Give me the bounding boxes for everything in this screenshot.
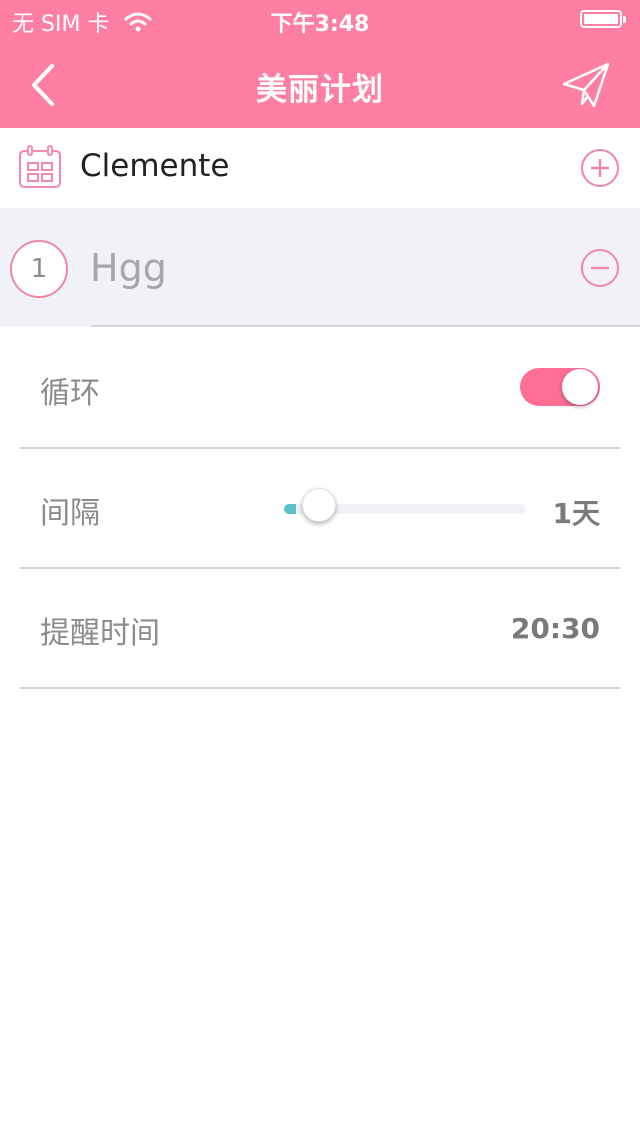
toggle-knob [562, 369, 598, 405]
reminder-time-value[interactable]: 20:30 [511, 612, 600, 645]
battery-tip [623, 16, 626, 23]
add-item-button[interactable] [580, 148, 620, 188]
plus-circle-icon [581, 149, 619, 187]
app-header: 无 SIM 卡 下午3:48 美丽计划 [0, 0, 640, 128]
item-index-badge: 1 [10, 240, 68, 298]
battery-level [584, 14, 618, 24]
setting-interval-row: 间隔 1天 [20, 448, 620, 569]
slider-fill [284, 504, 297, 514]
plan-header-row: Clemente [0, 128, 640, 208]
setting-loop-label: 循环 [40, 376, 100, 411]
status-time: 下午3:48 [270, 12, 370, 37]
plan-name: Clemente [80, 148, 230, 184]
setting-interval-label: 间隔 [40, 496, 100, 531]
calendar-icon [19, 145, 61, 188]
remove-item-button[interactable] [580, 248, 620, 288]
slider-thumb[interactable] [302, 488, 337, 522]
setting-loop-row: 循环 [20, 328, 620, 449]
paper-plane-icon [562, 62, 610, 108]
divider [90, 325, 640, 327]
send-button[interactable] [560, 60, 612, 112]
battery-icon [580, 10, 626, 28]
page-title: 美丽计划 [256, 72, 384, 108]
list-item[interactable]: 1 Hgg [0, 208, 640, 326]
minus-circle-icon [581, 249, 619, 287]
status-bar: 无 SIM 卡 下午3:48 [0, 0, 640, 40]
item-name: Hgg [90, 246, 167, 290]
setting-reminder-label: 提醒时间 [40, 616, 160, 651]
loop-toggle[interactable] [520, 368, 600, 406]
setting-reminder-row[interactable]: 提醒时间 20:30 [20, 568, 620, 689]
interval-value: 1天 [552, 497, 600, 530]
